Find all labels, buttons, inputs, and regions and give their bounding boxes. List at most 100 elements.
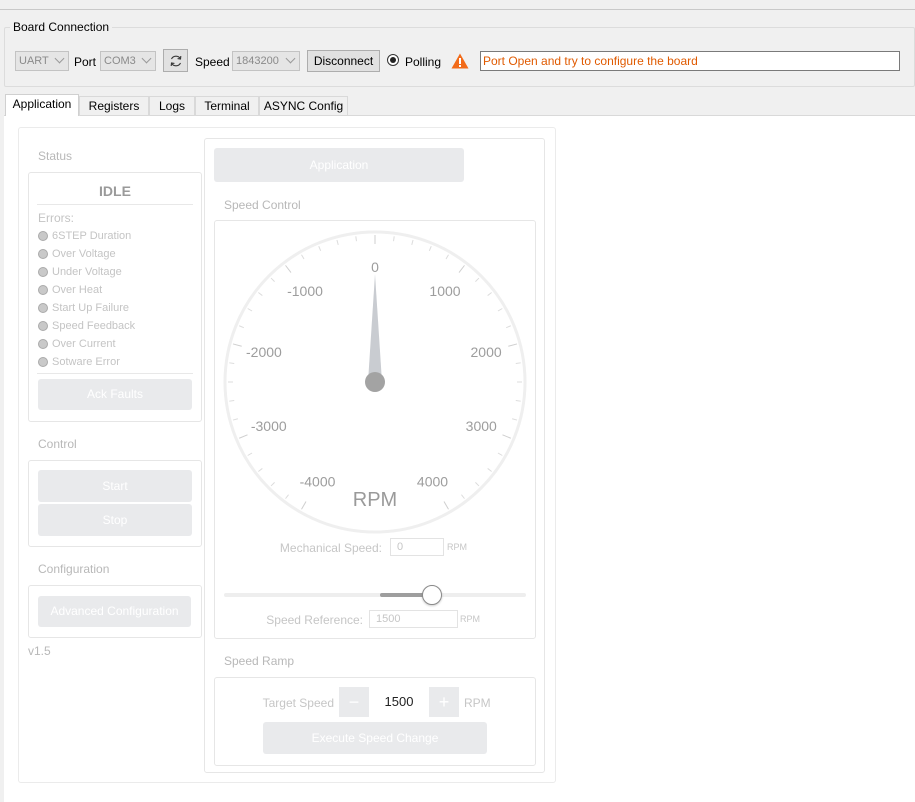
gauge-minor-tick [487,468,492,472]
tab-application[interactable]: Application [5,94,79,116]
baud-rate-select-value: 1843200 [236,55,279,67]
gauge-unit-label: RPM [353,489,397,511]
gauge-minor-tick [411,239,414,245]
tab-registers[interactable]: Registers [79,96,149,115]
gauge-needle-hub [365,372,385,392]
speed-control-title: Speed Control [224,198,301,212]
speed-reference-field[interactable]: 1500 [369,610,458,628]
gauge-minor-tick [515,362,521,364]
gauge-major-tick [301,501,307,510]
rpm-gauge: -4000 -3000 -2000 -1000 0 1000 2000 3000 4000 RPM [223,230,527,534]
gauge-minor-tick [318,245,322,252]
decrease-target-speed-button[interactable]: − [339,687,369,717]
gauge-major-tick [285,265,292,273]
gauge-minor-tick [428,245,432,252]
gauge-minor-tick [258,292,263,296]
window-top-border [0,9,915,10]
speed-reference-label: Speed Reference: [266,613,363,627]
increase-target-speed-button[interactable]: + [429,687,459,717]
baud-rate-select[interactable]: 1843200 [232,51,300,71]
error-led-icon [38,321,48,331]
error-led-icon [38,303,48,313]
stop-button[interactable]: Stop [38,504,192,536]
mechanical-speed-label: Mechanical Speed: [279,541,382,555]
chevron-down-icon [141,53,152,64]
gauge-minor-tick [475,482,480,487]
error-label: Under Voltage [52,266,122,278]
mechanical-speed-unit: RPM [447,542,467,552]
status-divider [37,204,193,205]
tab-async-config[interactable]: ASYNC Config [259,96,348,115]
target-speed-label: Target Speed [262,696,334,710]
gauge-tick-label: 0 [371,259,379,275]
disconnect-button[interactable]: Disconnect [307,50,380,72]
port-select-value: COM3 [104,55,136,67]
polling-radio[interactable] [387,54,399,66]
gauge-minor-tick [487,292,492,296]
gauge-minor-tick [232,418,238,421]
tab-logs[interactable]: Logs [149,96,195,115]
board-connection-title: Board Connection [10,20,113,34]
gauge-minor-tick [445,254,449,260]
application-header-button[interactable]: Application [214,148,464,182]
speed-ramp-title: Speed Ramp [224,654,295,668]
error-led-icon [38,231,48,241]
gauge-minor-tick [461,494,465,499]
error-label: Speed Feedback [52,320,136,332]
gauge-major-tick [508,343,518,347]
warning-icon [451,53,469,69]
errors-divider [37,373,193,374]
speed-reference-unit: RPM [460,614,480,624]
error-led-icon [38,285,48,295]
errors-label: Errors: [38,211,74,225]
gauge-minor-tick [497,452,503,456]
gauge-minor-tick [270,277,275,282]
gauge-major-tick [238,434,248,439]
polling-label: Polling [405,55,442,69]
error-led-icon [38,267,48,277]
speed-slider-track[interactable] [224,593,526,597]
interface-select[interactable]: UART [15,51,69,71]
target-speed-value[interactable]: 1500 [369,687,429,717]
gauge-minor-tick [336,239,339,245]
ack-faults-button[interactable]: Ack Faults [38,379,192,410]
status-section-title: Status [38,149,73,163]
gauge-needle [368,274,382,382]
gauge-tick-label: 3000 [466,418,497,434]
version-label: v1.5 [28,644,51,658]
gauge-major-tick [232,343,242,347]
gauge-minor-tick [301,254,305,260]
gauge-minor-tick [229,400,235,402]
connection-status-field: Port Open and try to configure the board [480,51,900,71]
gauge-minor-tick [247,308,253,312]
gauge-tick-label: 1000 [429,283,460,299]
gauge-tick-label: 4000 [417,474,448,490]
chevron-down-icon [285,53,296,64]
execute-speed-change-button[interactable]: Execute Speed Change [263,722,487,754]
gauge-tick-label: -1000 [287,283,323,299]
motor-state-label: IDLE [99,183,131,199]
gauge-minor-tick [270,482,275,487]
configuration-section-title: Configuration [38,562,110,576]
gauge-major-tick [502,434,512,439]
gauge-minor-tick [258,468,263,472]
start-button[interactable]: Start [38,470,192,502]
tab-terminal[interactable]: Terminal [195,96,259,115]
advanced-configuration-button[interactable]: Advanced Configuration [38,596,191,627]
gauge-minor-tick [285,494,289,499]
gauge-minor-tick [475,277,480,282]
gauge-minor-tick [505,325,512,329]
error-label: Over Current [52,338,116,350]
error-led-icon [38,249,48,259]
error-led-icon [38,339,48,349]
refresh-ports-button[interactable] [163,49,188,72]
error-led-icon [38,357,48,367]
port-select[interactable]: COM3 [100,51,156,71]
port-label: Port [74,55,97,69]
gauge-tick-label: -3000 [251,418,287,434]
gauge-minor-tick [355,236,357,242]
error-label: Sotware Error [52,356,120,368]
gauge-minor-tick [497,308,503,312]
error-label: Start Up Failure [52,302,130,314]
gauge-tick-label: 2000 [471,344,502,360]
